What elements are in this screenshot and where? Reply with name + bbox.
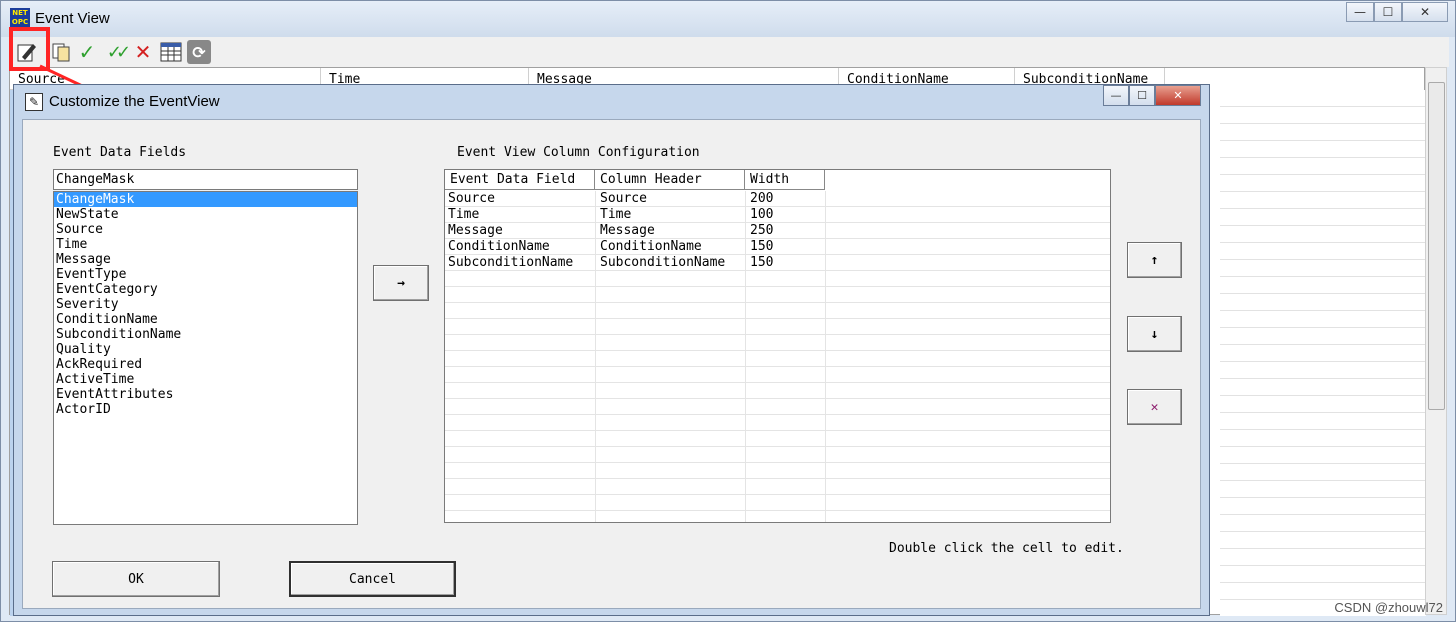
scrollbar-thumb[interactable] — [1428, 82, 1445, 410]
cell-header[interactable]: SubconditionName — [597, 255, 725, 270]
list-item[interactable]: ConditionName — [54, 312, 357, 327]
cell-width[interactable]: 150 — [747, 239, 773, 254]
table-row[interactable]: Source Source 200 — [445, 191, 1110, 207]
cell-header[interactable]: Source — [597, 191, 647, 206]
list-item[interactable]: Quality — [54, 342, 357, 357]
table-icon[interactable] — [159, 40, 183, 64]
cancel-button[interactable]: Cancel — [289, 561, 456, 597]
minimize-button[interactable]: — — [1346, 2, 1374, 22]
cell-header[interactable]: ConditionName — [597, 239, 702, 254]
list-item[interactable]: Source — [54, 222, 357, 237]
dialog-title: Customize the EventView — [49, 93, 220, 110]
ok-button[interactable]: OK — [52, 561, 220, 597]
edit-hint: Double click the cell to edit. — [889, 541, 1124, 556]
table-header-width[interactable]: Width — [745, 170, 825, 190]
dialog-minimize-button[interactable]: — — [1103, 85, 1129, 106]
edit-icon: ✎ — [25, 93, 43, 111]
table-header-column[interactable]: Column Header — [595, 170, 745, 190]
customize-dialog: ✎ Customize the EventView — ☐ ✕ Event Da… — [13, 84, 1210, 616]
list-item[interactable]: AckRequired — [54, 357, 357, 372]
list-item[interactable]: Severity — [54, 297, 357, 312]
cell-width[interactable]: 100 — [747, 207, 773, 222]
cell-field[interactable]: SubconditionName — [445, 255, 573, 270]
table-row[interactable]: Time Time 100 — [445, 207, 1110, 223]
table-header-field[interactable]: Event Data Field — [445, 170, 595, 190]
list-item[interactable]: ActorID — [54, 402, 357, 417]
cell-field[interactable]: Source — [445, 191, 495, 206]
add-field-button[interactable]: → — [373, 265, 429, 301]
list-item[interactable]: Time — [54, 237, 357, 252]
dialog-close-button[interactable]: ✕ — [1155, 85, 1201, 106]
close-button[interactable]: ✕ — [1402, 2, 1448, 22]
event-data-fields-list[interactable]: ChangeMask NewState Source Time Message … — [53, 191, 358, 525]
vertical-scrollbar[interactable] — [1425, 67, 1447, 615]
table-row[interactable]: Message Message 250 — [445, 223, 1110, 239]
cell-header[interactable]: Message — [597, 223, 655, 238]
watermark: CSDN @zhouwl72 — [1334, 600, 1443, 615]
dialog-body: Event Data Fields ChangeMask ChangeMask … — [22, 119, 1201, 609]
column-config-table[interactable]: Event Data Field Column Header Width Sou… — [444, 169, 1111, 523]
list-item[interactable]: EventAttributes — [54, 387, 357, 402]
list-item[interactable]: ActiveTime — [54, 372, 357, 387]
move-up-button[interactable]: ↑ — [1127, 242, 1182, 278]
main-title-bar[interactable]: NET OPC Event View — ☐ ✕ — [1, 1, 1455, 37]
list-item[interactable]: NewState — [54, 207, 357, 222]
list-item[interactable]: SubconditionName — [54, 327, 357, 342]
list-item[interactable]: ChangeMask — [54, 192, 357, 207]
dialog-maximize-button[interactable]: ☐ — [1129, 85, 1155, 106]
cell-field[interactable]: Message — [445, 223, 503, 238]
list-item[interactable]: Message — [54, 252, 357, 267]
cell-width[interactable]: 200 — [747, 191, 773, 206]
remove-column-button[interactable]: ✕ — [1127, 389, 1182, 425]
cell-header[interactable]: Time — [597, 207, 631, 222]
table-row[interactable]: ConditionName ConditionName 150 — [445, 239, 1110, 255]
cell-field[interactable]: Time — [445, 207, 479, 222]
toolbar: ✓ ✓✓ ✕ ⟳ — [9, 37, 1449, 67]
list-item[interactable]: EventCategory — [54, 282, 357, 297]
field-input[interactable]: ChangeMask — [53, 169, 358, 190]
maximize-button[interactable]: ☐ — [1374, 2, 1402, 22]
cell-width[interactable]: 250 — [747, 223, 773, 238]
event-data-fields-label: Event Data Fields — [53, 145, 187, 160]
refresh-icon[interactable]: ⟳ — [187, 40, 211, 64]
table-row[interactable]: SubconditionName SubconditionName 150 — [445, 255, 1110, 271]
move-down-button[interactable]: ↓ — [1127, 316, 1182, 352]
list-grid — [1220, 90, 1426, 616]
list-item[interactable]: EventType — [54, 267, 357, 282]
cell-width[interactable]: 150 — [747, 255, 773, 270]
cell-field[interactable]: ConditionName — [445, 239, 550, 254]
column-config-label: Event View Column Configuration — [457, 145, 700, 160]
